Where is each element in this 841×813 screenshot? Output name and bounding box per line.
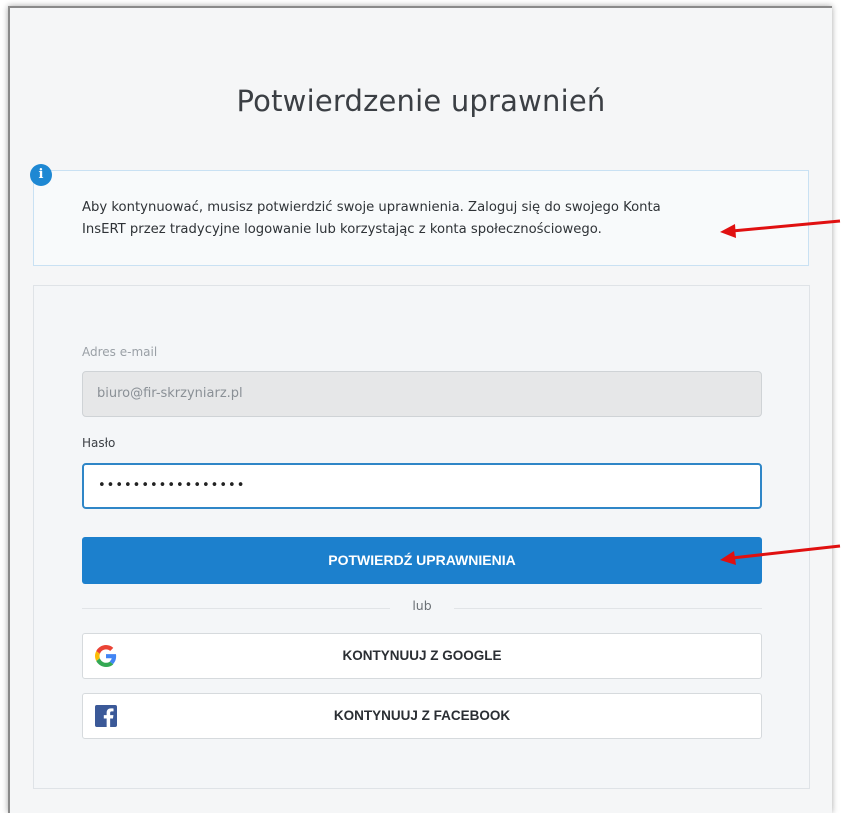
info-line-1: Aby kontynuować, musisz potwierdzić swoj… <box>82 200 661 215</box>
annotation-arrow-info <box>720 219 841 238</box>
password-label: Hasło <box>82 436 116 450</box>
divider-right <box>454 608 762 609</box>
browser-window: Potwierdzenie uprawnień i Aby kontynuowa… <box>8 6 832 813</box>
google-button-label: KONTYNUUJ Z GOOGLE <box>342 648 502 663</box>
divider-left <box>82 608 390 609</box>
or-separator-text: lub <box>412 598 432 613</box>
info-message-text: Aby kontynuować, musisz potwierdzić swoj… <box>82 197 762 241</box>
annotation-arrow-button <box>720 544 841 565</box>
continue-with-google-button[interactable]: KONTYNUUJ Z GOOGLE <box>82 633 762 679</box>
continue-with-facebook-button[interactable]: KONTYNUUJ Z FACEBOOK <box>82 693 762 739</box>
page-title: Potwierdzenie uprawnień <box>236 84 606 118</box>
facebook-button-label: KONTYNUUJ Z FACEBOOK <box>333 708 511 723</box>
email-field: biuro@fir-skrzyniarz.pl <box>82 371 762 417</box>
confirm-permissions-button[interactable]: POTWIERDŹ UPRAWNIENIA <box>82 537 762 584</box>
info-line-2: InsERT przez tradycyjne logowanie lub ko… <box>82 222 602 237</box>
info-icon: i <box>30 164 52 186</box>
email-label: Adres e-mail <box>82 345 158 359</box>
password-field[interactable]: ••••••••••••••••• <box>82 463 762 509</box>
